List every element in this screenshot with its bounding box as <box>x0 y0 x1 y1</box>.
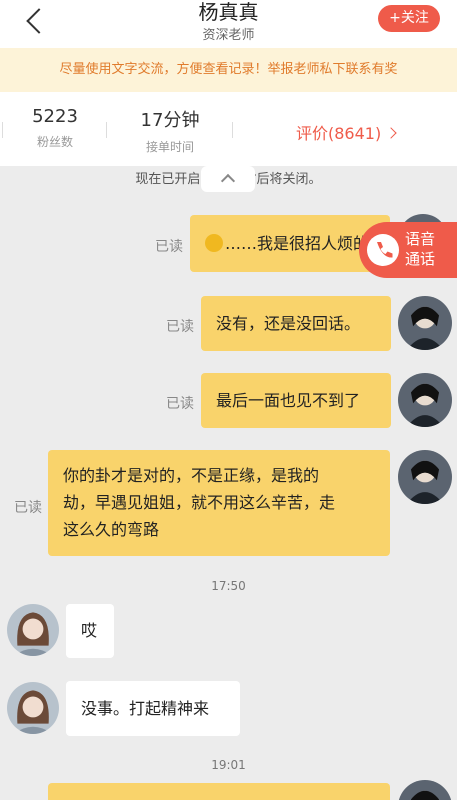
message-bubble[interactable]: 你的卦才是对的，不是正缘，是我的 劫，早遇见姐姐，就不用这么辛苦，走 这么久的弯… <box>48 450 390 556</box>
phone-icon <box>367 234 399 266</box>
chevron-right-icon <box>385 127 397 139</box>
message-bubble[interactable]: 没有，还是没回话。 <box>201 296 391 351</box>
divider <box>232 122 233 138</box>
fans-count: 5223 <box>32 106 78 127</box>
avatar[interactable] <box>398 450 452 504</box>
message-text-line: 你的卦才是对的，不是正缘，是我的 <box>63 466 320 485</box>
follow-button[interactable]: +关注 <box>378 5 440 32</box>
read-status: 已读 <box>14 500 42 516</box>
collapse-button[interactable] <box>201 166 255 192</box>
timestamp: 17:50 <box>211 579 246 593</box>
stats-bar: 5223 粉丝数 17分钟 接单时间 评价(8641) <box>0 92 457 166</box>
message-text: 没有，还是没回话。 <box>216 314 361 333</box>
avatar[interactable] <box>7 604 59 656</box>
fans-stat: 5223 粉丝数 <box>30 106 80 150</box>
avatar[interactable] <box>398 373 452 427</box>
avatar[interactable] <box>7 682 59 734</box>
read-status: 已读 <box>155 239 183 255</box>
response-time-label: 接单时间 <box>145 140 194 154</box>
message-bubble[interactable]: 没事。打起精神来 <box>66 681 240 736</box>
read-status: 已读 <box>166 396 194 412</box>
message-text-line: 这么久的弯路 <box>63 520 160 539</box>
message-bubble[interactable]: 最后一面也见不到了 <box>201 373 391 428</box>
chat-header: 杨真真 资深老师 +关注 <box>0 0 457 48</box>
response-time-stat: 17分钟 接单时间 <box>130 106 210 155</box>
message-text: 哎 <box>81 621 98 640</box>
voice-call-label: 语音 通话 <box>405 229 435 269</box>
notice-banner: 尽量使用文字交流，方便查看记录！举报老师私下联系有奖 <box>0 48 457 92</box>
rating-label: 评价(8641) <box>296 124 382 143</box>
message-bubble[interactable] <box>48 783 390 800</box>
voice-call-line2: 通话 <box>405 250 436 268</box>
message-text: 最后一面也见不到了 <box>216 391 361 410</box>
laughing-emoji-icon <box>205 234 223 252</box>
divider <box>2 122 3 138</box>
message-text: 没事。打起精神来 <box>81 699 210 718</box>
voice-call-line1: 语音 <box>405 230 436 248</box>
fans-label: 粉丝数 <box>36 135 73 149</box>
avatar[interactable] <box>398 296 452 350</box>
response-time: 17分钟 <box>140 110 200 131</box>
message-text-line: 劫，早遇见姐姐，就不用这么辛苦，走 <box>63 493 336 512</box>
divider <box>106 122 107 138</box>
rating-link[interactable]: 评价(8641) <box>296 120 397 144</box>
voice-call-button[interactable]: 语音 通话 <box>359 222 457 278</box>
message-text: ……我是很招人烦的 <box>225 234 370 253</box>
timestamp: 19:01 <box>211 758 246 772</box>
chevron-up-icon <box>220 173 236 189</box>
message-bubble[interactable]: 哎 <box>66 604 114 658</box>
avatar[interactable] <box>398 780 452 800</box>
read-status: 已读 <box>166 319 194 335</box>
